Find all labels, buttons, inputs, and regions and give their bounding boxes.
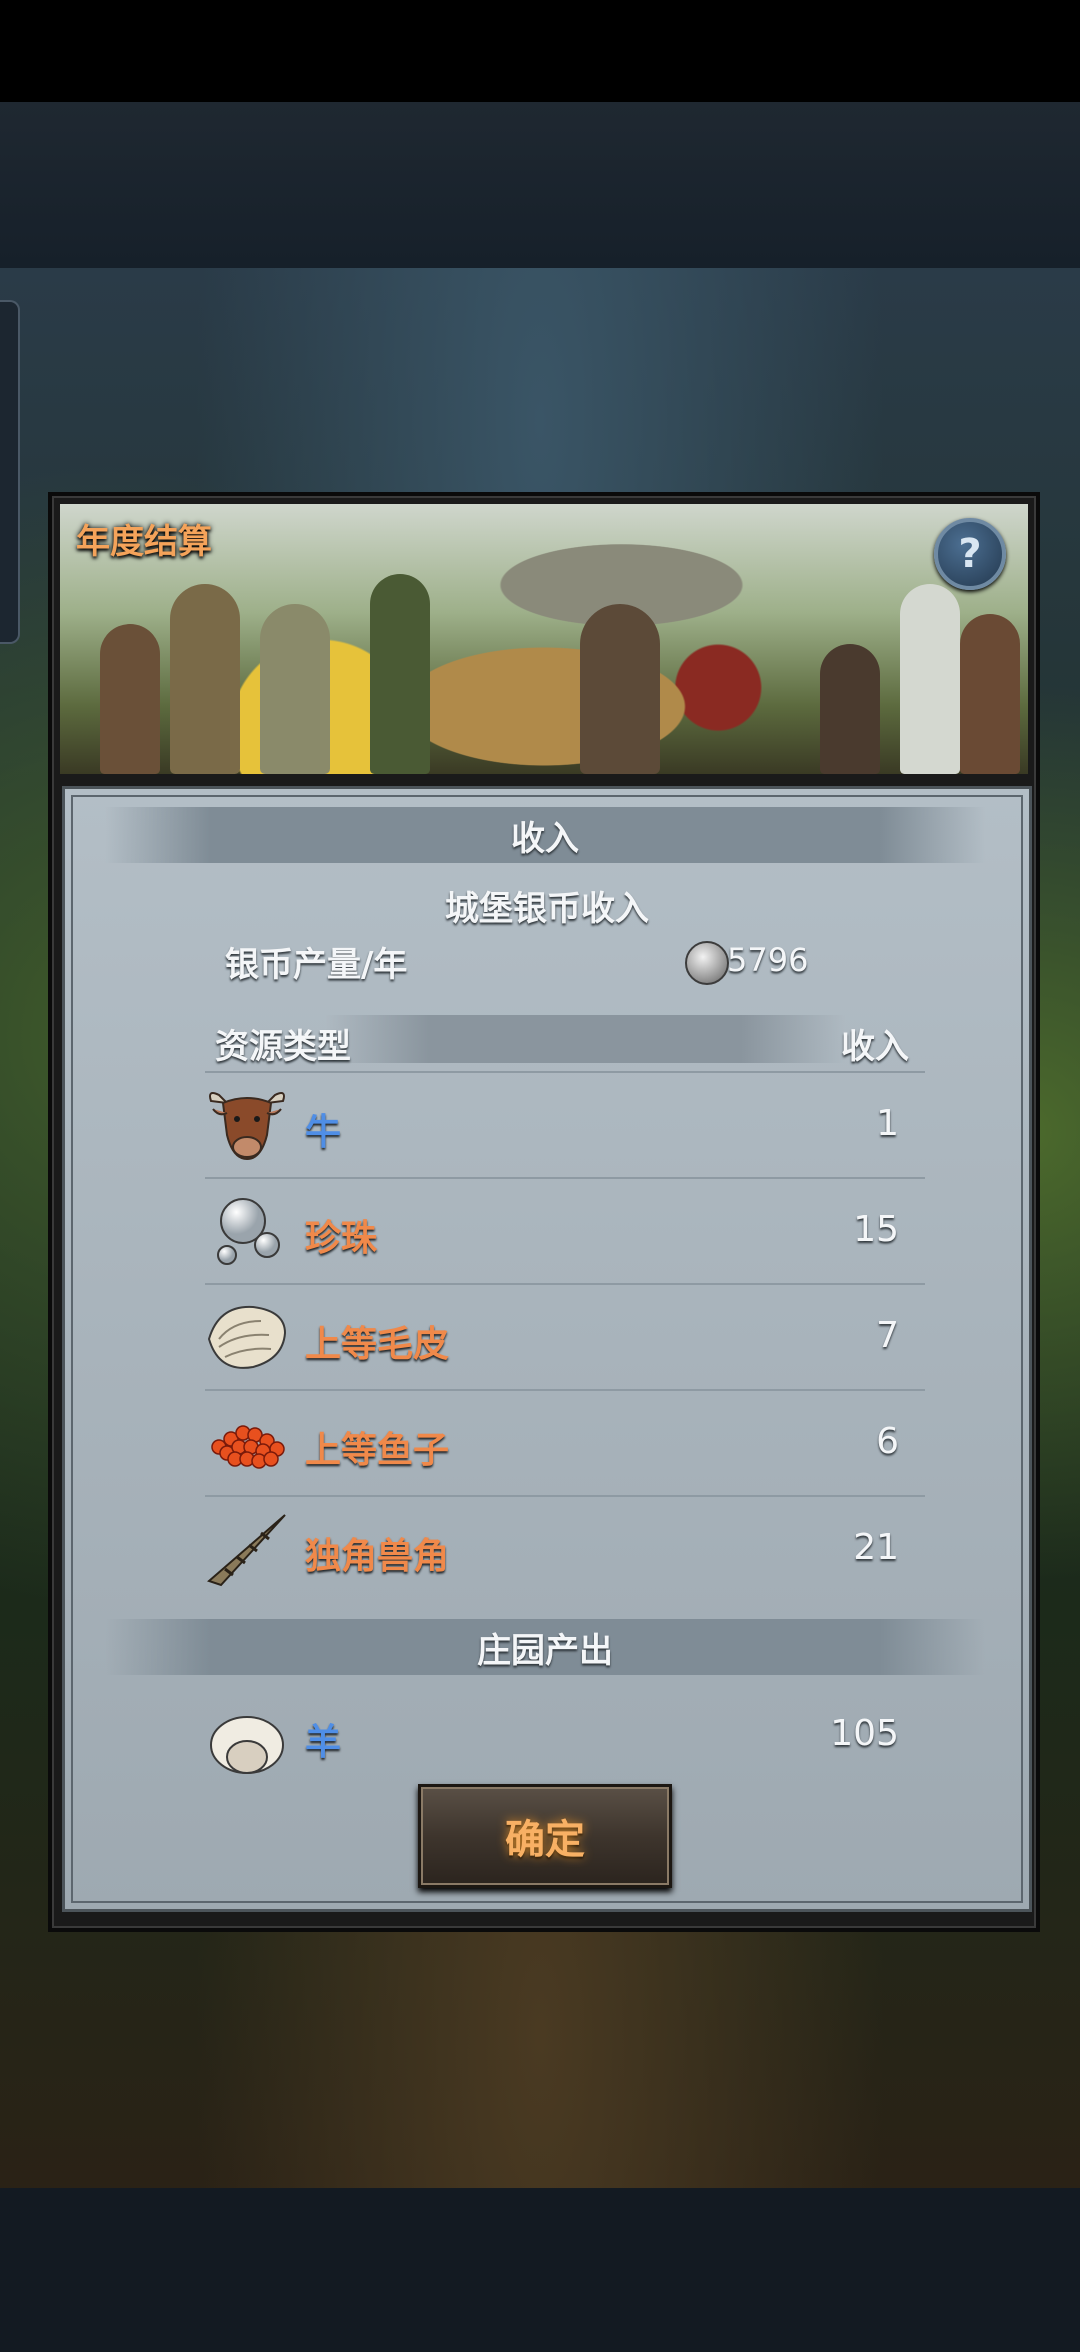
help-button[interactable]: ?	[934, 518, 1006, 590]
silver-production-value: 5796	[727, 941, 809, 979]
unicorn-horn-icon	[207, 1514, 286, 1587]
resource-name: 上等鱼子	[305, 1430, 450, 1471]
roe-icon	[211, 1425, 285, 1469]
resource-name: 牛	[305, 1112, 342, 1153]
resource-column-header: 资源类型 收入	[205, 1011, 925, 1067]
annual-settlement-dialog: 年度结算 ? 收入 城堡银币收入 银币产量/年 5796 资源类型 收入 牛 1…	[48, 492, 1040, 1932]
resource-qty: 7	[876, 1315, 899, 1356]
income-panel: 收入 城堡银币收入 银币产量/年 5796 资源类型 收入 牛 1 珍珠 15 …	[62, 786, 1032, 1912]
sheep-icon	[210, 1716, 284, 1774]
list-item: 独角兽角 21	[205, 1495, 925, 1601]
resource-name: 上等毛皮	[305, 1324, 450, 1365]
income-list: 牛 1 珍珠 15 上等毛皮 7 上等鱼子 6 独角兽角 21	[205, 1071, 925, 1601]
column-income: 收入	[841, 1027, 909, 1067]
cow-icon	[209, 1092, 285, 1161]
question-icon: ?	[958, 531, 982, 577]
column-header-shade	[325, 1015, 845, 1063]
resource-qty: 6	[876, 1421, 899, 1462]
status-bar	[0, 0, 1080, 102]
resource-qty: 105	[830, 1713, 899, 1754]
silver-production-row: 银币产量/年 5796	[225, 937, 885, 987]
column-resource-type: 资源类型	[215, 1027, 351, 1067]
pearl-icon	[217, 1198, 280, 1265]
side-drawer-tab[interactable]	[0, 300, 20, 644]
bottom-band	[0, 2188, 1080, 2352]
dialog-title: 年度结算	[76, 522, 212, 562]
resource-qty: 21	[853, 1527, 899, 1568]
harvest-banner-illustration: 年度结算 ?	[60, 504, 1028, 774]
list-item: 羊 105	[205, 1695, 925, 1781]
silver-production-label: 银币产量/年	[225, 945, 408, 985]
resource-name: 羊	[305, 1722, 342, 1763]
list-item: 上等毛皮 7	[205, 1283, 925, 1389]
top-band	[0, 102, 1080, 268]
estate-output-header: 庄园产出	[105, 1619, 985, 1675]
resource-qty: 15	[853, 1209, 899, 1250]
resource-name: 珍珠	[305, 1218, 378, 1259]
list-item: 上等鱼子 6	[205, 1389, 925, 1495]
income-header: 收入	[105, 807, 985, 863]
list-item: 牛 1	[205, 1071, 925, 1177]
list-item: 珍珠 15	[205, 1177, 925, 1283]
resource-qty: 1	[876, 1103, 899, 1144]
resource-name: 独角兽角	[305, 1536, 450, 1577]
confirm-button[interactable]: 确定	[418, 1784, 672, 1888]
silver-coin-icon	[685, 941, 729, 985]
fur-icon	[207, 1305, 287, 1369]
castle-silver-header: 城堡银币收入	[445, 889, 649, 929]
